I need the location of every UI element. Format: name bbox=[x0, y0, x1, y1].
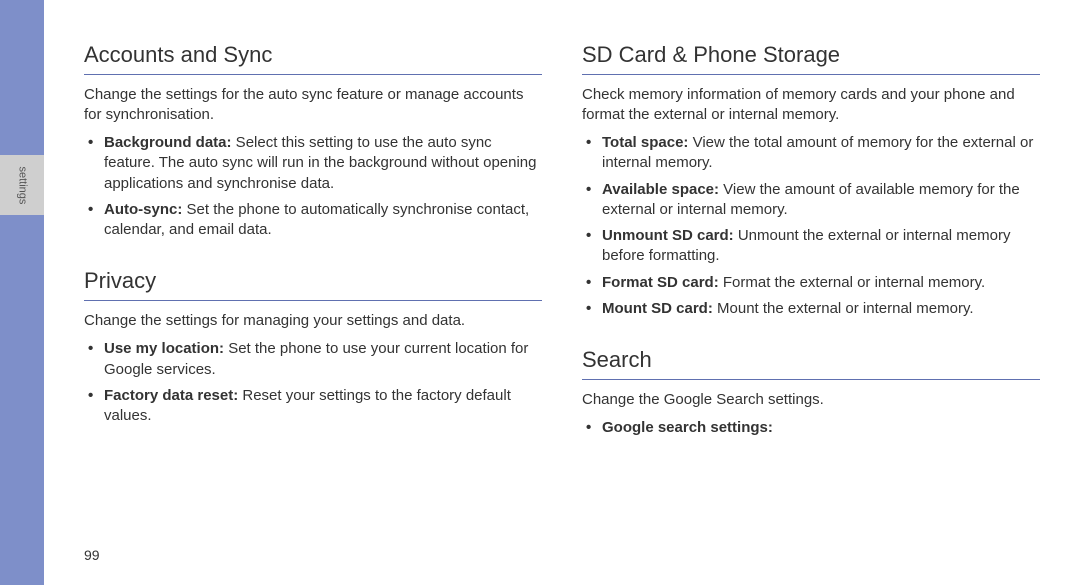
heading-privacy: Privacy bbox=[84, 266, 542, 301]
list-item: Total space: View the total amount of me… bbox=[582, 133, 1040, 174]
list-item: Format SD card: Format the external or i… bbox=[582, 273, 1040, 293]
sidebar-tab-settings: settings bbox=[0, 155, 44, 215]
list-accounts-sync: Background data: Select this setting to … bbox=[84, 133, 542, 246]
list-item: Background data: Select this setting to … bbox=[84, 133, 542, 194]
list-item: Auto-sync: Set the phone to automaticall… bbox=[84, 200, 542, 241]
left-column: Accounts and Sync Change the settings fo… bbox=[84, 40, 542, 565]
item-bold: Auto-sync: bbox=[104, 201, 182, 218]
item-bold: Format SD card: bbox=[602, 274, 719, 291]
intro-privacy: Change the settings for managing your se… bbox=[84, 311, 542, 331]
list-item: Factory data reset: Reset your settings … bbox=[84, 386, 542, 427]
heading-accounts-sync: Accounts and Sync bbox=[84, 40, 542, 75]
right-column: SD Card & Phone Storage Check memory inf… bbox=[582, 40, 1040, 565]
list-privacy: Use my location: Set the phone to use yo… bbox=[84, 339, 542, 432]
item-bold: Unmount SD card: bbox=[602, 227, 734, 244]
list-item: Use my location: Set the phone to use yo… bbox=[84, 339, 542, 380]
list-item: Mount SD card: Mount the external or int… bbox=[582, 299, 1040, 319]
item-bold: Available space: bbox=[602, 181, 719, 198]
sidebar-tab-label: settings bbox=[15, 166, 30, 204]
sidebar-decor-bottom bbox=[0, 215, 44, 585]
item-bold: Use my location: bbox=[104, 340, 224, 357]
item-rest: Format the external or internal memory. bbox=[719, 274, 985, 291]
sidebar: settings bbox=[0, 0, 44, 585]
list-item: Available space: View the amount of avai… bbox=[582, 180, 1040, 221]
item-rest: Mount the external or internal memory. bbox=[713, 300, 974, 317]
list-sd-storage: Total space: View the total amount of me… bbox=[582, 133, 1040, 325]
item-bold: Total space: bbox=[602, 134, 688, 151]
heading-sd-storage: SD Card & Phone Storage bbox=[582, 40, 1040, 75]
item-bold: Factory data reset: bbox=[104, 387, 238, 404]
intro-search: Change the Google Search settings. bbox=[582, 390, 1040, 410]
item-bold: Background data: bbox=[104, 134, 232, 151]
sidebar-decor-top bbox=[0, 0, 44, 155]
list-item: Unmount SD card: Unmount the external or… bbox=[582, 226, 1040, 267]
list-item: Google search settings: bbox=[582, 418, 1040, 438]
item-bold: Google search settings: bbox=[602, 419, 773, 436]
content: Accounts and Sync Change the settings fo… bbox=[44, 0, 1080, 585]
item-bold: Mount SD card: bbox=[602, 300, 713, 317]
intro-accounts-sync: Change the settings for the auto sync fe… bbox=[84, 85, 542, 126]
list-search: Google search settings: bbox=[582, 418, 1040, 444]
heading-search: Search bbox=[582, 345, 1040, 380]
page-number: 99 bbox=[84, 534, 542, 565]
intro-sd-storage: Check memory information of memory cards… bbox=[582, 85, 1040, 126]
